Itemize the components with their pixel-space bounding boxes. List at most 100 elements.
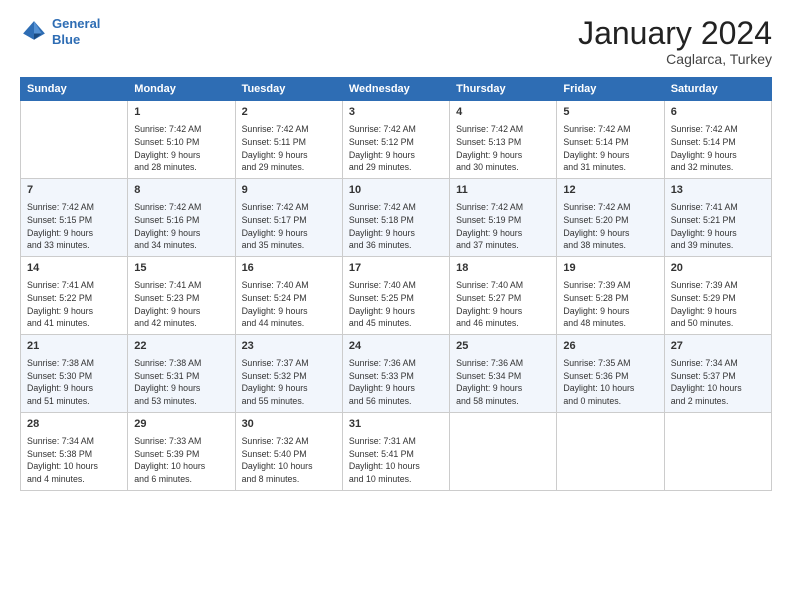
calendar-cell: 26 Sunrise: 7:35 AM Sunset: 5:36 PM Dayli… [557,335,664,413]
day-number: 4 [456,105,550,121]
day-detail: Sunrise: 7:42 AM Sunset: 5:15 PM Dayligh… [27,201,121,252]
day-number: 26 [563,339,657,355]
day-detail: Sunrise: 7:38 AM Sunset: 5:31 PM Dayligh… [134,357,228,408]
calendar-cell: 24 Sunrise: 7:36 AM Sunset: 5:33 PM Dayli… [342,335,449,413]
day-detail: Sunrise: 7:40 AM Sunset: 5:24 PM Dayligh… [242,279,336,330]
day-number: 12 [563,183,657,199]
calendar-cell: 27 Sunrise: 7:34 AM Sunset: 5:37 PM Dayli… [664,335,771,413]
day-number: 1 [134,105,228,121]
day-number: 2 [242,105,336,121]
day-number: 13 [671,183,765,199]
day-detail: Sunrise: 7:36 AM Sunset: 5:33 PM Dayligh… [349,357,443,408]
day-number: 31 [349,417,443,433]
col-header-friday: Friday [557,78,664,101]
col-header-saturday: Saturday [664,78,771,101]
calendar-cell: 14Sunrise: 7:41 AM Sunset: 5:22 PM Dayli… [21,257,128,335]
calendar-cell: 28 Sunrise: 7:34 AM Sunset: 5:38 PM Dayli… [21,412,128,490]
calendar-table: SundayMondayTuesdayWednesdayThursdayFrid… [20,77,772,491]
calendar-cell: 9 Sunrise: 7:42 AM Sunset: 5:17 PM Daylig… [235,179,342,257]
day-detail: Sunrise: 7:42 AM Sunset: 5:10 PM Dayligh… [134,123,228,174]
logo: General Blue [20,16,100,47]
day-detail: Sunrise: 7:36 AM Sunset: 5:34 PM Dayligh… [456,357,550,408]
calendar-cell: 10 Sunrise: 7:42 AM Sunset: 5:18 PM Dayli… [342,179,449,257]
calendar-cell: 1 Sunrise: 7:42 AM Sunset: 5:10 PM Daylig… [128,101,235,179]
day-number: 9 [242,183,336,199]
day-detail: Sunrise: 7:42 AM Sunset: 5:14 PM Dayligh… [563,123,657,174]
day-detail: Sunrise: 7:35 AM Sunset: 5:36 PM Dayligh… [563,357,657,408]
day-detail: Sunrise: 7:40 AM Sunset: 5:27 PM Dayligh… [456,279,550,330]
day-number: 29 [134,417,228,433]
calendar-cell: 23Sunrise: 7:37 AM Sunset: 5:32 PM Dayli… [235,335,342,413]
calendar-cell: 30 Sunrise: 7:32 AM Sunset: 5:40 PM Dayli… [235,412,342,490]
day-detail: Sunrise: 7:32 AM Sunset: 5:40 PM Dayligh… [242,435,336,486]
day-detail: Sunrise: 7:39 AM Sunset: 5:29 PM Dayligh… [671,279,765,330]
day-number: 28 [27,417,121,433]
day-detail: Sunrise: 7:42 AM Sunset: 5:11 PM Dayligh… [242,123,336,174]
day-number: 20 [671,261,765,277]
day-detail: Sunrise: 7:31 AM Sunset: 5:41 PM Dayligh… [349,435,443,486]
day-detail: Sunrise: 7:34 AM Sunset: 5:38 PM Dayligh… [27,435,121,486]
calendar-cell: 6 Sunrise: 7:42 AM Sunset: 5:14 PM Daylig… [664,101,771,179]
day-detail: Sunrise: 7:37 AM Sunset: 5:32 PM Dayligh… [242,357,336,408]
calendar-cell: 13 Sunrise: 7:41 AM Sunset: 5:21 PM Dayli… [664,179,771,257]
day-number: 10 [349,183,443,199]
col-header-tuesday: Tuesday [235,78,342,101]
day-number: 7 [27,183,121,199]
calendar-cell: 17Sunrise: 7:40 AM Sunset: 5:25 PM Dayli… [342,257,449,335]
day-number: 6 [671,105,765,121]
day-number: 19 [563,261,657,277]
calendar-cell: 7 Sunrise: 7:42 AM Sunset: 5:15 PM Daylig… [21,179,128,257]
calendar-cell: 18Sunrise: 7:40 AM Sunset: 5:27 PM Dayli… [450,257,557,335]
calendar-cell: 15 Sunrise: 7:41 AM Sunset: 5:23 PM Dayli… [128,257,235,335]
day-number: 11 [456,183,550,199]
month-title: January 2024 [578,16,772,51]
day-number: 15 [134,261,228,277]
day-number: 5 [563,105,657,121]
day-number: 30 [242,417,336,433]
day-number: 16 [242,261,336,277]
day-number: 21 [27,339,121,355]
day-number: 27 [671,339,765,355]
calendar-cell: 8 Sunrise: 7:42 AM Sunset: 5:16 PM Daylig… [128,179,235,257]
day-detail: Sunrise: 7:34 AM Sunset: 5:37 PM Dayligh… [671,357,765,408]
col-header-sunday: Sunday [21,78,128,101]
day-detail: Sunrise: 7:42 AM Sunset: 5:12 PM Dayligh… [349,123,443,174]
calendar-cell [557,412,664,490]
calendar-cell: 19 Sunrise: 7:39 AM Sunset: 5:28 PM Dayli… [557,257,664,335]
col-header-thursday: Thursday [450,78,557,101]
day-detail: Sunrise: 7:41 AM Sunset: 5:21 PM Dayligh… [671,201,765,252]
calendar-cell: 29 Sunrise: 7:33 AM Sunset: 5:39 PM Dayli… [128,412,235,490]
calendar-cell: 11 Sunrise: 7:42 AM Sunset: 5:19 PM Dayli… [450,179,557,257]
calendar-cell: 3Sunrise: 7:42 AM Sunset: 5:12 PM Daylig… [342,101,449,179]
day-detail: Sunrise: 7:42 AM Sunset: 5:18 PM Dayligh… [349,201,443,252]
logo-line1: General [52,16,100,31]
day-detail: Sunrise: 7:41 AM Sunset: 5:23 PM Dayligh… [134,279,228,330]
day-number: 14 [27,261,121,277]
page: General Blue January 2024 Caglarca, Turk… [0,0,792,612]
day-number: 22 [134,339,228,355]
calendar-cell: 2 Sunrise: 7:42 AM Sunset: 5:11 PM Daylig… [235,101,342,179]
day-detail: Sunrise: 7:42 AM Sunset: 5:14 PM Dayligh… [671,123,765,174]
calendar-cell: 4Sunrise: 7:42 AM Sunset: 5:13 PM Daylig… [450,101,557,179]
calendar-cell: 22 Sunrise: 7:38 AM Sunset: 5:31 PM Dayli… [128,335,235,413]
day-detail: Sunrise: 7:42 AM Sunset: 5:17 PM Dayligh… [242,201,336,252]
day-number: 8 [134,183,228,199]
header: General Blue January 2024 Caglarca, Turk… [20,16,772,67]
calendar-cell [21,101,128,179]
calendar-cell: 20 Sunrise: 7:39 AM Sunset: 5:29 PM Dayli… [664,257,771,335]
logo-icon [20,18,48,46]
day-detail: Sunrise: 7:39 AM Sunset: 5:28 PM Dayligh… [563,279,657,330]
day-detail: Sunrise: 7:42 AM Sunset: 5:19 PM Dayligh… [456,201,550,252]
calendar-cell: 31 Sunrise: 7:31 AM Sunset: 5:41 PM Dayli… [342,412,449,490]
calendar-cell [664,412,771,490]
calendar-cell: 21Sunrise: 7:38 AM Sunset: 5:30 PM Dayli… [21,335,128,413]
day-number: 24 [349,339,443,355]
calendar-cell: 5 Sunrise: 7:42 AM Sunset: 5:14 PM Daylig… [557,101,664,179]
col-header-wednesday: Wednesday [342,78,449,101]
day-detail: Sunrise: 7:33 AM Sunset: 5:39 PM Dayligh… [134,435,228,486]
day-detail: Sunrise: 7:42 AM Sunset: 5:16 PM Dayligh… [134,201,228,252]
title-block: January 2024 Caglarca, Turkey [578,16,772,67]
calendar-cell: 12Sunrise: 7:42 AM Sunset: 5:20 PM Dayli… [557,179,664,257]
day-detail: Sunrise: 7:40 AM Sunset: 5:25 PM Dayligh… [349,279,443,330]
calendar-cell: 16 Sunrise: 7:40 AM Sunset: 5:24 PM Dayli… [235,257,342,335]
